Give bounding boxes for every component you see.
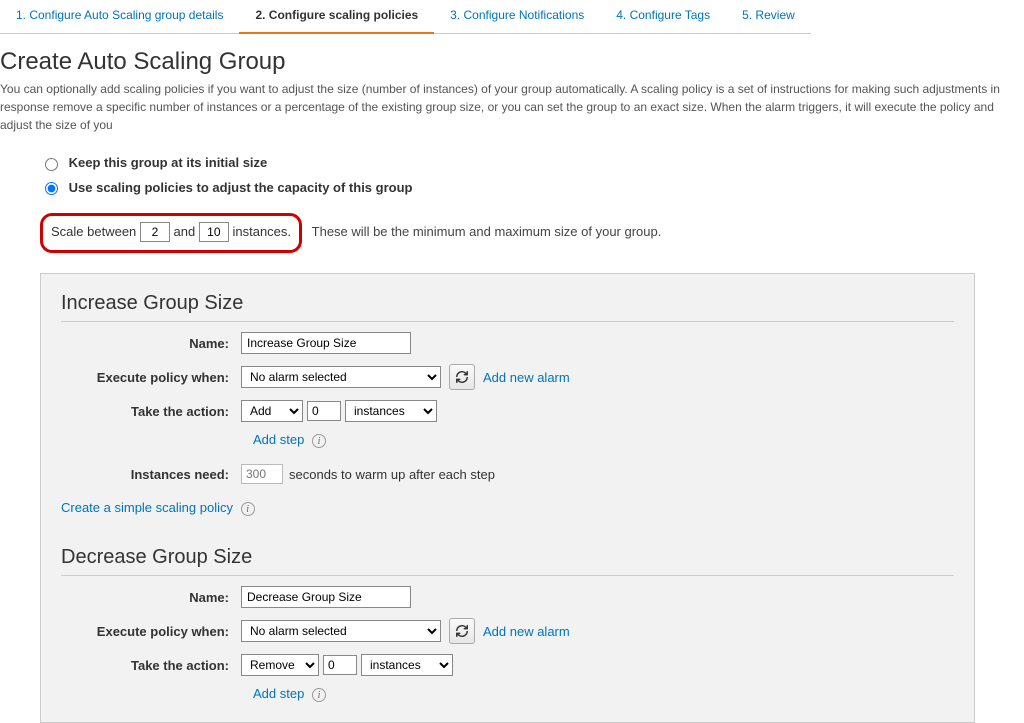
wizard-step-2[interactable]: 2. Configure scaling policies: [239, 0, 434, 34]
decrease-refresh-button[interactable]: [449, 618, 475, 644]
increase-amount-input[interactable]: [307, 401, 341, 421]
increase-add-alarm-link[interactable]: Add new alarm: [483, 370, 570, 385]
scale-between-hint: These will be the minimum and maximum si…: [312, 224, 662, 239]
wizard-step-5[interactable]: 5. Review: [726, 0, 811, 34]
wizard-step-4[interactable]: 4. Configure Tags: [600, 0, 726, 34]
radio-keep-initial-label: Keep this group at its initial size: [69, 155, 268, 170]
wizard-step-3[interactable]: 3. Configure Notifications: [434, 0, 600, 34]
policy-mode-radios: Keep this group at its initial size Use …: [40, 154, 1024, 195]
increase-action-label: Take the action:: [61, 404, 241, 419]
page-title: Create Auto Scaling Group: [0, 48, 1024, 76]
increase-unit-select[interactable]: instances: [345, 400, 437, 422]
increase-action-select[interactable]: Add: [241, 400, 303, 422]
increase-execute-label: Execute policy when:: [61, 370, 241, 385]
increase-alarm-select[interactable]: No alarm selected: [241, 366, 441, 388]
scale-max-input[interactable]: [199, 222, 229, 242]
info-icon[interactable]: i: [241, 502, 255, 516]
page-description: You can optionally add scaling policies …: [0, 80, 1024, 134]
decrease-add-step-link[interactable]: Add step: [253, 686, 304, 701]
increase-warmup-suffix: seconds to warm up after each step: [289, 467, 495, 482]
refresh-icon: [455, 370, 469, 384]
scale-min-input[interactable]: [140, 222, 170, 242]
increase-name-input[interactable]: [241, 332, 411, 354]
radio-keep-initial[interactable]: [45, 158, 58, 171]
decrease-unit-select[interactable]: instances: [361, 654, 453, 676]
increase-name-label: Name:: [61, 336, 241, 351]
scale-between-and: and: [174, 224, 196, 239]
increase-warmup-input[interactable]: [241, 464, 283, 484]
refresh-icon: [455, 624, 469, 638]
scale-between-suffix: instances.: [232, 224, 291, 239]
increase-refresh-button[interactable]: [449, 364, 475, 390]
info-icon[interactable]: i: [312, 688, 326, 702]
decrease-alarm-select[interactable]: No alarm selected: [241, 620, 441, 642]
decrease-amount-input[interactable]: [323, 655, 357, 675]
decrease-action-label: Take the action:: [61, 658, 241, 673]
wizard-step-1[interactable]: 1. Configure Auto Scaling group details: [0, 0, 239, 34]
radio-use-policies[interactable]: [45, 182, 58, 195]
info-icon[interactable]: i: [312, 434, 326, 448]
decrease-action-select[interactable]: Remove: [241, 654, 319, 676]
policy-panel: Increase Group Size Name: Execute policy…: [40, 273, 975, 723]
scale-between-highlight: Scale between and instances.: [40, 213, 302, 253]
simple-policy-link[interactable]: Create a simple scaling policy: [61, 500, 233, 515]
wizard-steps: 1. Configure Auto Scaling group details …: [0, 0, 1024, 34]
scale-between-row: Scale between and instances. These will …: [40, 213, 1024, 253]
increase-heading: Increase Group Size: [61, 292, 954, 322]
decrease-name-input[interactable]: [241, 586, 411, 608]
scale-between-prefix: Scale between: [51, 224, 136, 239]
decrease-heading: Decrease Group Size: [61, 546, 954, 576]
radio-use-policies-label: Use scaling policies to adjust the capac…: [69, 180, 413, 195]
decrease-name-label: Name:: [61, 590, 241, 605]
increase-add-step-link[interactable]: Add step: [253, 432, 304, 447]
increase-warmup-label: Instances need:: [61, 467, 241, 482]
